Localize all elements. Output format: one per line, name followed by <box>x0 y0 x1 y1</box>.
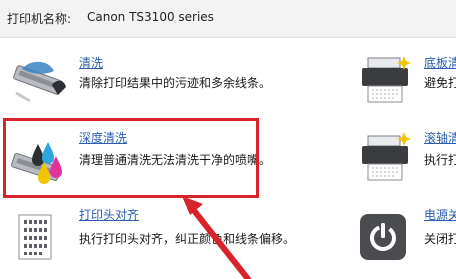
roller-cleaning-description: 执行打 <box>424 153 456 167</box>
print-head-alignment-description: 执行打印头对齐，纠正颜色和线条偏移。 <box>79 232 296 246</box>
bottom-plate-cleaning-link[interactable]: 底板清 <box>424 54 456 71</box>
print-head-alignment-link[interactable]: 打印头对齐 <box>79 206 139 223</box>
power-settings-link[interactable]: 电源关 <box>424 206 456 223</box>
cleaning-icon <box>8 55 70 103</box>
power-settings-icon <box>360 214 406 260</box>
cleaning-description: 清除打印结果中的污迹和多余线条。 <box>79 76 272 90</box>
printer-name-bar: 打印机名称: Canon TS3100 series <box>0 0 456 38</box>
bottom-plate-cleaning-icon <box>360 52 412 104</box>
highlight-box <box>3 118 259 198</box>
bottom-plate-cleaning-description: 避免打 <box>424 76 456 90</box>
roller-cleaning-icon <box>360 130 412 182</box>
cleaning-link[interactable]: 清洗 <box>79 54 103 71</box>
roller-cleaning-link[interactable]: 滚轴清 <box>424 129 456 146</box>
printer-name-label: 打印机名称: <box>7 12 72 26</box>
printer-name-value: Canon TS3100 series <box>87 10 214 24</box>
print-head-alignment-icon <box>18 214 52 260</box>
power-settings-description: 关闭打 <box>424 232 456 246</box>
